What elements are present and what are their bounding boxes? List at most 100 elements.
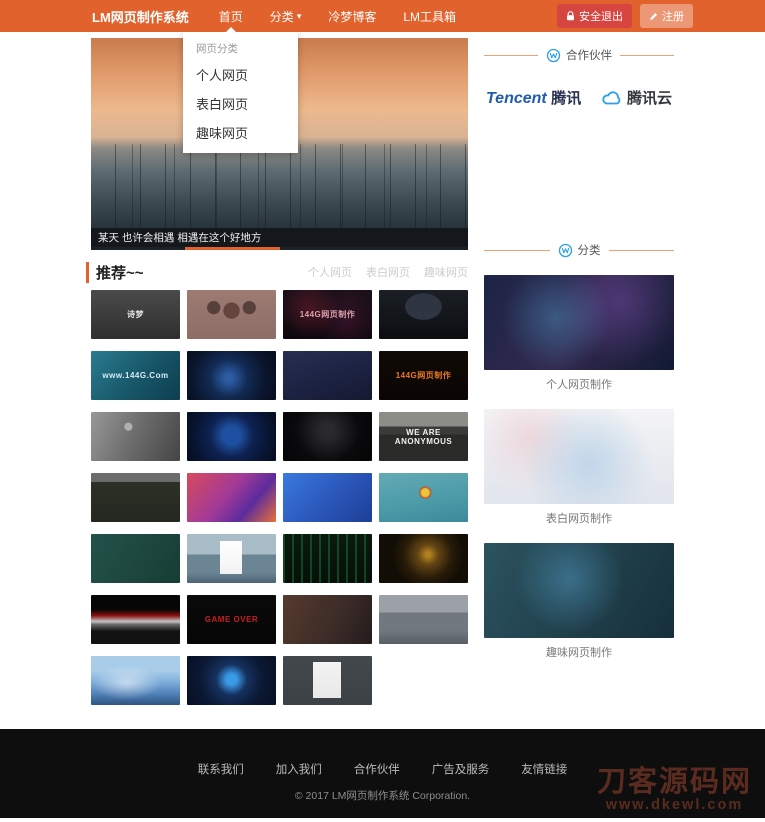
thumbnail-tile[interactable] <box>187 534 276 583</box>
thumbnail-label: www.144G.Com <box>102 371 168 380</box>
recommend-header: 推荐~~ 个人网页 表白网页 趣味网页 <box>91 262 468 282</box>
category-card[interactable]: 趣味网页制作 <box>484 543 674 668</box>
category-image[interactable] <box>484 409 674 504</box>
main-column: 某天 也许会相遇 相遇在这个好地方 网页分类 个人网页 <box>91 38 468 705</box>
thumbnail-label: 诗梦 <box>127 309 144 320</box>
thumbnail-tile[interactable] <box>283 595 372 644</box>
thumbnail-tile[interactable]: www.144G.Com <box>91 351 180 400</box>
thumbnail-tile[interactable] <box>379 473 468 522</box>
dropdown-item[interactable]: 表白网页 <box>183 89 298 118</box>
nav-item-label: 分类 <box>270 8 294 25</box>
dropdown-item[interactable]: 趣味网页 <box>183 118 298 147</box>
nav-item-label: 首页 <box>219 8 243 25</box>
footer: 联系我们 加入我们 合作伙伴 广告及服务 友情链接 © 2017 LM网页制作系… <box>0 729 765 818</box>
category-card[interactable]: 表白网页制作 <box>484 409 674 534</box>
thumbnail-tile[interactable] <box>91 595 180 644</box>
section-title: 推荐~~ <box>86 262 144 283</box>
thumbnail-tile[interactable]: 诗梦 <box>91 290 180 339</box>
tencent-cloud-label: 腾讯云 <box>627 87 672 108</box>
tencent-logo[interactable]: Tencent 腾讯 <box>486 87 581 108</box>
tencent-cloud-logo[interactable]: 腾讯云 <box>601 87 672 108</box>
lock-icon <box>566 11 575 21</box>
nav-item-label: LM工具箱 <box>403 8 456 25</box>
carousel-indicator-segment[interactable] <box>374 247 468 250</box>
partners-row: Tencent 腾讯 腾讯云 <box>484 87 674 108</box>
filter-link[interactable]: 表白网页 <box>366 264 410 280</box>
site-logo-icon <box>558 243 573 258</box>
tencent-logo-cn: 腾讯 <box>551 90 581 107</box>
nav-item[interactable]: 首页 <box>219 0 243 32</box>
thumbnail-tile[interactable] <box>187 290 276 339</box>
footer-link[interactable]: 联系我们 <box>198 761 244 777</box>
filter-link[interactable]: 趣味网页 <box>424 264 468 280</box>
hero-carousel: 某天 也许会相遇 相遇在这个好地方 网页分类 个人网页 <box>91 38 468 250</box>
thumbnail-tile[interactable] <box>283 473 372 522</box>
recommend-grid: 诗梦 144G网页制作 www.144G.Com <box>91 290 468 705</box>
filter-link[interactable]: 个人网页 <box>308 264 352 280</box>
thumbnail-tile[interactable] <box>91 534 180 583</box>
footer-links: 联系我们 加入我们 合作伙伴 广告及服务 友情链接 <box>0 761 765 777</box>
footer-link[interactable]: 友情链接 <box>521 761 567 777</box>
cloud-icon <box>601 90 623 106</box>
thumbnail-tile[interactable] <box>283 351 372 400</box>
category-image[interactable] <box>484 275 674 370</box>
category-caption: 个人网页制作 <box>484 370 674 400</box>
footer-link[interactable]: 合作伙伴 <box>354 761 400 777</box>
thumbnail-label: 144G网页制作 <box>396 370 452 381</box>
thumbnail-tile[interactable] <box>187 473 276 522</box>
thumbnail-tile[interactable] <box>283 534 372 583</box>
thumbnail-tile[interactable] <box>379 534 468 583</box>
brand-title[interactable]: LM网页制作系统 <box>92 7 189 26</box>
footer-link[interactable]: 加入我们 <box>276 761 322 777</box>
thumbnail-tile[interactable] <box>91 656 180 705</box>
thumbnail-tile[interactable]: 144G网页制作 <box>379 351 468 400</box>
categories-header: 分类 <box>484 240 674 260</box>
navbar: LM网页制作系统 首页 分类 ▾ 冷梦博客 LM工具箱 <box>0 0 765 32</box>
thumbnail-tile[interactable]: WE ARE ANONYMOUS <box>379 412 468 461</box>
register-label: 注册 <box>662 8 684 24</box>
nav-item-label: 冷梦博客 <box>328 8 376 25</box>
page-content: 某天 也许会相遇 相遇在这个好地方 网页分类 个人网页 <box>91 38 674 705</box>
nav-item[interactable]: 冷梦博客 <box>328 0 376 32</box>
site-logo-icon <box>546 48 561 63</box>
thumbnail-tile[interactable] <box>283 656 372 705</box>
category-cards: 个人网页制作 表白网页制作 趣味网页制作 <box>484 275 674 668</box>
divider <box>484 55 538 56</box>
thumbnail-tile[interactable] <box>379 595 468 644</box>
hero-image-detail <box>91 144 468 228</box>
category-dropdown: 网页分类 个人网页 表白网页 趣味网页 <box>183 32 298 153</box>
divider <box>620 55 674 56</box>
category-image[interactable] <box>484 543 674 638</box>
thumbnail-tile[interactable]: GAME OVER <box>187 595 276 644</box>
carousel-indicator-segment[interactable] <box>91 247 185 250</box>
nav-item[interactable]: 分类 ▾ <box>270 0 302 32</box>
divider <box>484 250 550 251</box>
thumbnail-tile[interactable] <box>187 656 276 705</box>
logout-button[interactable]: 安全退出 <box>557 4 632 28</box>
register-button[interactable]: 注册 <box>640 4 693 28</box>
carousel-indicator <box>91 247 468 250</box>
nav-item[interactable]: LM工具箱 <box>403 0 456 32</box>
divider <box>609 250 675 251</box>
sidebar: 合作伙伴 Tencent 腾讯 腾讯云 分类 <box>484 38 674 677</box>
dropdown-item[interactable]: 个人网页 <box>183 60 298 89</box>
thumbnail-tile[interactable] <box>91 473 180 522</box>
thumbnail-label: 144G网页制作 <box>300 309 356 320</box>
carousel-indicator-segment[interactable] <box>185 247 279 250</box>
carousel-indicator-segment[interactable] <box>280 247 374 250</box>
thumbnail-tile[interactable] <box>187 412 276 461</box>
thumbnail-tile[interactable] <box>91 412 180 461</box>
category-card[interactable]: 个人网页制作 <box>484 275 674 400</box>
thumbnail-label: WE ARE ANONYMOUS <box>379 428 468 446</box>
partners-title: 合作伙伴 <box>566 47 612 63</box>
nav-menu: 首页 分类 ▾ 冷梦博客 LM工具箱 <box>219 0 483 32</box>
partners-header: 合作伙伴 <box>484 45 674 65</box>
dropdown-title: 网页分类 <box>183 39 298 60</box>
thumbnail-tile[interactable] <box>187 351 276 400</box>
chevron-down-icon: ▾ <box>297 11 302 22</box>
thumbnail-tile[interactable] <box>283 412 372 461</box>
thumbnail-label: GAME OVER <box>205 615 258 624</box>
thumbnail-tile[interactable]: 144G网页制作 <box>283 290 372 339</box>
footer-link[interactable]: 广告及服务 <box>432 761 490 777</box>
thumbnail-tile[interactable] <box>379 290 468 339</box>
